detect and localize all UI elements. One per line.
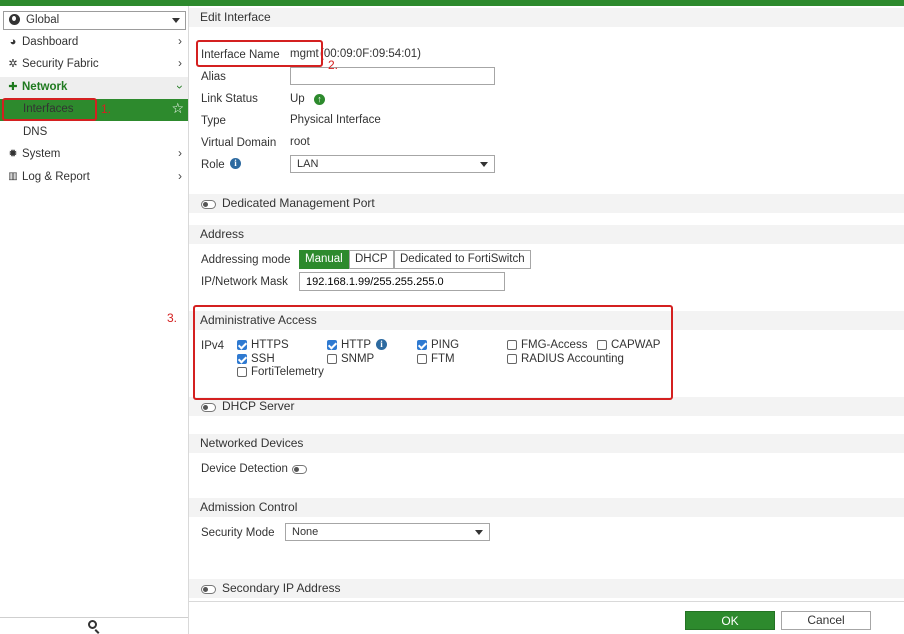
caret-down-icon (475, 530, 483, 535)
caret-down-icon (172, 18, 180, 23)
annotation-box-interface-name (196, 40, 323, 67)
sidebar-item-system[interactable]: ✹ System › (0, 144, 188, 166)
sidebar-item-dashboard[interactable]: ◕ Dashboard › (0, 32, 188, 54)
sidebar-item-label: Dashboard (22, 36, 79, 48)
role-value: LAN (297, 158, 319, 170)
search-icon[interactable] (88, 620, 97, 629)
role-label: Role (201, 159, 225, 171)
sidebar-item-label: Security Fabric (22, 58, 99, 70)
vdom-select[interactable]: Global (3, 11, 186, 30)
secondary-ip-toggle[interactable] (201, 585, 216, 594)
chevron-right-icon: › (178, 56, 182, 70)
device-detection-toggle[interactable] (292, 465, 307, 474)
address-section-head: Address (189, 225, 904, 244)
sidebar-item-dns[interactable]: DNS (0, 122, 188, 144)
chevron-down-icon: › (173, 85, 187, 89)
device-detection-label: Device Detection (201, 463, 288, 475)
chevron-right-icon: › (178, 34, 182, 48)
sidebar-item-network[interactable]: ✚ Network › (0, 77, 188, 99)
sidebar-search[interactable] (0, 617, 188, 634)
gear-icon: ✹ (8, 148, 18, 160)
sidebar-item-label: System (22, 148, 61, 160)
chart-icon: ▥ (8, 171, 18, 182)
caret-down-icon (480, 162, 488, 167)
annotation-box-admin-access (193, 305, 673, 400)
sidebar-item-label: Network (22, 81, 68, 93)
annotation-label-2: 2. (328, 58, 339, 72)
secondary-ip-row: Secondary IP Address (189, 579, 904, 598)
star-icon[interactable]: ☆ (171, 100, 184, 117)
alias-label: Alias (201, 71, 226, 83)
chevron-right-icon: › (178, 146, 182, 160)
globe-icon (9, 14, 20, 25)
type-value: Physical Interface (290, 114, 381, 126)
page-title: Edit Interface (189, 8, 904, 27)
addressing-mode-dhcp[interactable]: DHCP (349, 250, 394, 269)
sidebar-item-security-fabric[interactable]: ✲ Security Fabric › (0, 54, 188, 76)
link-status-value: Up (290, 93, 305, 105)
sidebar-item-log-report[interactable]: ▥ Log & Report › (0, 167, 188, 189)
annotation-box-interfaces (2, 98, 97, 121)
dashboard-icon: ◕ (9, 36, 17, 48)
ip-mask-label: IP/Network Mask (201, 276, 288, 288)
admission-control-section-head: Admission Control (189, 498, 904, 517)
security-fabric-icon: ✲ (8, 58, 18, 70)
sidebar-item-label: DNS (23, 126, 48, 138)
addressing-mode-manual[interactable]: Manual (299, 250, 349, 269)
dhcp-server-label: DHCP Server (222, 399, 295, 413)
annotation-label-1: 1. (101, 102, 112, 116)
dedicated-mgmt-toggle[interactable] (201, 200, 216, 209)
security-mode-value: None (292, 526, 319, 538)
arrow-up-icon: ↑ (314, 94, 325, 105)
dedicated-mgmt-label: Dedicated Management Port (222, 196, 375, 210)
secondary-ip-label: Secondary IP Address (222, 581, 341, 595)
type-label: Type (201, 115, 226, 127)
form-footer: OK Cancel (189, 601, 904, 634)
security-mode-label: Security Mode (201, 527, 275, 539)
networked-devices-section-head: Networked Devices (189, 434, 904, 453)
addressing-mode-fortiswitch[interactable]: Dedicated to FortiSwitch (394, 250, 531, 269)
vdom-value: Global (26, 14, 60, 26)
info-icon[interactable]: i (230, 158, 241, 169)
cancel-button[interactable]: Cancel (781, 611, 871, 630)
ip-mask-input[interactable] (299, 272, 505, 291)
sidebar-item-label: Log & Report (22, 171, 90, 183)
network-icon: ✚ (8, 81, 18, 93)
alias-input[interactable] (290, 67, 495, 85)
chevron-right-icon: › (178, 169, 182, 183)
addressing-mode-label: Addressing mode (201, 254, 291, 266)
security-mode-select[interactable]: None (285, 523, 490, 541)
virtual-domain-value: root (290, 136, 310, 148)
role-select[interactable]: LAN (290, 155, 495, 173)
link-status-label: Link Status (201, 93, 258, 105)
virtual-domain-label: Virtual Domain (201, 137, 277, 149)
dhcp-server-toggle[interactable] (201, 403, 216, 412)
dedicated-mgmt-row: Dedicated Management Port (189, 194, 904, 213)
annotation-label-3: 3. (167, 311, 178, 325)
ok-button[interactable]: OK (685, 611, 775, 630)
